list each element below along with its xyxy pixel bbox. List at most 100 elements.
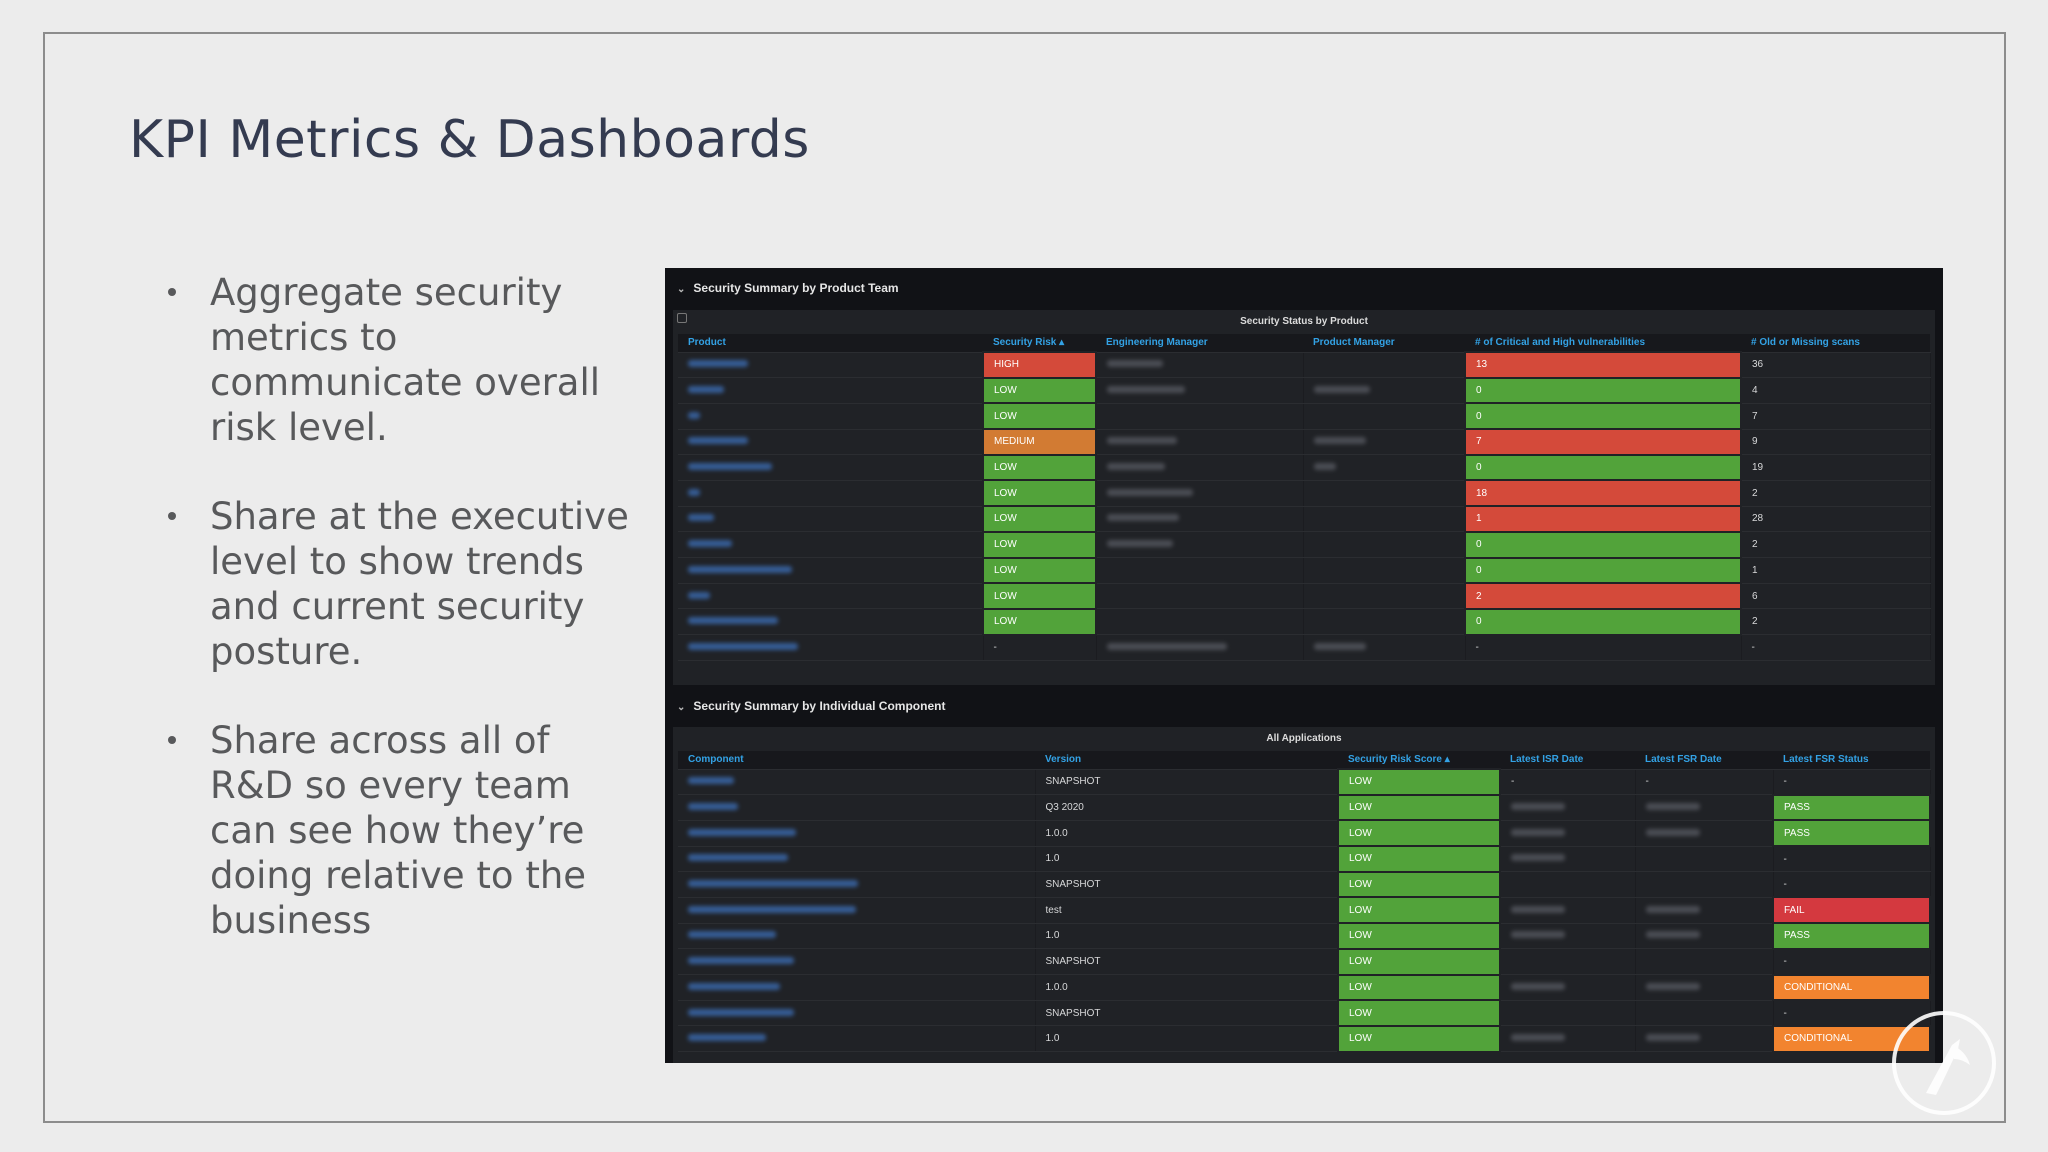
col-old-missing-scans[interactable]: # Old or Missing scans: [1741, 334, 1930, 353]
latest-fsr-date: [1635, 871, 1774, 898]
engineering-manager: [1096, 454, 1304, 481]
panel-title: Security Status by Product: [1240, 316, 1368, 327]
table-row[interactable]: 1.0 LOW -: [678, 845, 1931, 873]
col-version[interactable]: Version: [1035, 751, 1338, 770]
table-row[interactable]: 1.0.0 LOW CONDITIONAL: [678, 973, 1931, 1002]
chevron-down-icon[interactable]: ⌄: [677, 284, 685, 295]
security-risk-score-badge: LOW: [1337, 793, 1501, 822]
table-row[interactable]: MEDIUM 7 9: [678, 428, 1931, 456]
section-header-product-team[interactable]: ⌄ Security Summary by Product Team: [665, 268, 1943, 308]
old-missing-scans-count: 1: [1741, 557, 1931, 584]
latest-isr-date: [1500, 923, 1636, 950]
latest-fsr-status-badge: CONDITIONAL: [1772, 973, 1931, 1002]
engineering-manager: [1096, 557, 1304, 584]
table-row[interactable]: LOW 0 1: [678, 556, 1931, 585]
vulnerability-count: 2: [1464, 582, 1742, 610]
vulnerability-count: 0: [1464, 376, 1742, 405]
security-risk-badge: LOW: [982, 607, 1097, 636]
table-row[interactable]: Q3 2020 LOW PASS: [678, 793, 1931, 822]
version: SNAPSHOT: [1035, 948, 1339, 975]
table-row[interactable]: 1.0.0 LOW PASS: [678, 819, 1931, 848]
engineering-manager: [1096, 531, 1304, 558]
latest-fsr-status-badge: -: [1773, 948, 1931, 975]
component-name: [678, 1025, 1036, 1053]
product-name: [678, 531, 984, 558]
table-row[interactable]: 1.0 LOW PASS: [678, 922, 1931, 950]
latest-fsr-status-badge: -: [1773, 846, 1931, 873]
col-engineering-manager[interactable]: Engineering Manager: [1096, 334, 1303, 353]
vulnerability-count: 0: [1464, 402, 1742, 431]
dashboard-screenshot: ⌄ Security Summary by Product Team Securi…: [665, 268, 1943, 1063]
old-missing-scans-count: 7: [1741, 403, 1931, 430]
version: 1.0.0: [1035, 974, 1339, 1001]
product-name: [678, 403, 984, 430]
product-manager: [1303, 634, 1466, 661]
bullet-text: Aggregate security metrics to communicat…: [210, 271, 601, 449]
panel-security-status-by-product: Security Status by Product Product Securi…: [673, 310, 1935, 685]
table-row[interactable]: LOW 0 2: [678, 607, 1931, 636]
component-name: [678, 794, 1036, 821]
table-row[interactable]: LOW 0 2: [678, 530, 1931, 559]
product-name: [678, 557, 984, 584]
bullet-item: Share at the executive level to show tre…: [168, 494, 638, 674]
table-row[interactable]: SNAPSHOT LOW -: [678, 947, 1931, 976]
component-name: [678, 871, 1036, 898]
product-name: [678, 377, 984, 404]
product-manager: [1303, 506, 1466, 533]
version: 1.0.0: [1035, 820, 1339, 847]
latest-fsr-status-badge: PASS: [1772, 819, 1931, 848]
vulnerability-count: 1: [1464, 505, 1742, 533]
product-manager: [1303, 352, 1466, 379]
table-row[interactable]: LOW 1 28: [678, 505, 1931, 533]
security-risk-badge: HIGH: [982, 351, 1097, 379]
engineering-manager: [1096, 608, 1304, 636]
latest-fsr-date: [1635, 794, 1774, 821]
version: 1.0: [1035, 846, 1339, 873]
table-row[interactable]: SNAPSHOT LOW - - -: [678, 768, 1931, 796]
bullet-list: Aggregate security metrics to communicat…: [168, 270, 638, 987]
engineering-manager: [1096, 634, 1304, 661]
table-row[interactable]: SNAPSHOT LOW -: [678, 999, 1931, 1027]
col-latest-fsr-date[interactable]: Latest FSR Date: [1635, 751, 1773, 770]
col-latest-isr-date[interactable]: Latest ISR Date: [1500, 751, 1635, 770]
panel-link-icon[interactable]: [677, 313, 687, 323]
vulnerability-count: 13: [1464, 351, 1742, 379]
col-product-manager[interactable]: Product Manager: [1303, 334, 1465, 353]
table-row[interactable]: 1.0 LOW CONDITIONAL: [678, 1024, 1931, 1053]
table-row[interactable]: LOW 18 2: [678, 479, 1931, 508]
table-row[interactable]: SNAPSHOT LOW -: [678, 870, 1931, 899]
component-name: [678, 769, 1036, 796]
table-row[interactable]: LOW 0 4: [678, 376, 1931, 405]
section-header-individual-component[interactable]: ⌄ Security Summary by Individual Componen…: [665, 686, 1943, 726]
table-row[interactable]: test LOW FAIL: [678, 896, 1931, 925]
security-risk-score-badge: LOW: [1337, 845, 1501, 873]
col-critical-high-vulns[interactable]: # of Critical and High vulnerabilities: [1465, 334, 1741, 353]
product-name: [678, 454, 984, 481]
bullet-text: Share at the executive level to show tre…: [210, 495, 629, 673]
product-manager: [1303, 480, 1466, 507]
col-security-risk-score[interactable]: Security Risk Score ▴: [1338, 751, 1500, 770]
product-table: Product Security Risk ▴ Engineering Manage…: [678, 334, 1931, 661]
col-security-risk[interactable]: Security Risk ▴: [983, 334, 1096, 353]
slide-title: KPI Metrics & Dashboards: [129, 110, 810, 170]
product-manager: [1303, 557, 1466, 584]
security-risk-badge: LOW: [982, 479, 1097, 508]
vulnerability-count: 7: [1464, 428, 1742, 456]
latest-fsr-date: [1635, 846, 1774, 873]
engineering-manager: [1096, 352, 1304, 379]
latest-fsr-date: [1635, 820, 1774, 847]
col-product[interactable]: Product: [678, 334, 983, 353]
table-row[interactable]: HIGH 13 36: [678, 351, 1931, 379]
vulnerability-count: 0: [1464, 453, 1742, 482]
table-row[interactable]: ---: [678, 634, 1931, 661]
table-row[interactable]: LOW 2 6: [678, 582, 1931, 610]
col-latest-fsr-status[interactable]: Latest FSR Status: [1773, 751, 1930, 770]
table-row[interactable]: LOW 0 7: [678, 402, 1931, 431]
latest-isr-date: [1500, 820, 1636, 847]
table-row[interactable]: LOW 0 19: [678, 453, 1931, 482]
security-risk-badge: LOW: [982, 505, 1097, 533]
chevron-down-icon[interactable]: ⌄: [677, 702, 685, 713]
security-risk-score-badge: LOW: [1337, 922, 1501, 950]
col-component[interactable]: Component: [678, 751, 1035, 770]
latest-fsr-date: [1635, 974, 1774, 1001]
